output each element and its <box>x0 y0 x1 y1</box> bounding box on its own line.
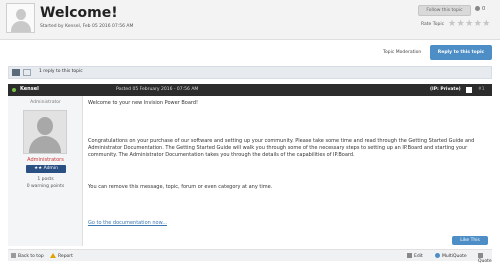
post-paragraph-intro: Congratulations on your purchase of our … <box>88 138 475 158</box>
quote-button[interactable]: Quote <box>478 253 492 264</box>
reply-topic-button[interactable]: Reply to this topic <box>430 45 492 60</box>
page-title: Welcome! <box>40 5 118 21</box>
back-to-top-link[interactable]: Back to top <box>11 253 44 259</box>
user-post-count: 1 posts <box>37 177 54 182</box>
photo-body-shape <box>29 136 61 153</box>
post-author-link[interactable]: Kensel <box>20 86 39 92</box>
back-to-top-label: Back to top <box>18 254 44 259</box>
multiquote-label: MultiQuote <box>442 254 467 259</box>
pencil-icon <box>407 253 412 258</box>
post-header: Kensel Posted 05 February 2016 - 07:56 A… <box>8 84 492 96</box>
edit-label: Edit <box>414 254 423 259</box>
warning-icon <box>50 253 56 258</box>
post-paragraph-remove: You can remove this message, topic, foru… <box>88 184 273 190</box>
report-label: Report <box>58 254 73 259</box>
follower-count-value: 0 <box>482 6 486 12</box>
topic-header: Welcome! Started by Kensel, Feb 05 2016 … <box>0 0 500 40</box>
online-status-icon <box>12 88 16 92</box>
topic-moderation-link[interactable]: Topic Moderation <box>383 50 421 55</box>
post-paragraph-welcome: Welcome to your new Invision Power Board… <box>88 100 199 106</box>
quote-icon <box>478 253 483 258</box>
user-group: Administrators <box>27 157 64 163</box>
quote-label: Quote <box>478 259 492 264</box>
post-date: Posted 05 February 2016 - 07:56 AM <box>116 87 199 92</box>
author-avatar[interactable] <box>6 3 35 33</box>
author-photo[interactable] <box>23 110 67 154</box>
documentation-link[interactable]: Go to the documentation now... <box>88 220 167 227</box>
rate-topic-label: Rate Topic <box>421 22 445 27</box>
list-view-icon[interactable] <box>12 69 20 76</box>
like-button[interactable]: Like This <box>452 236 488 245</box>
follower-count: 0 <box>475 6 485 12</box>
moderation-bar: Topic Moderation Reply to this topic <box>0 45 500 65</box>
plus-icon <box>435 253 440 258</box>
replies-count: 1 reply to this topic <box>39 69 83 74</box>
ip-address-label: (IP: Private) <box>430 87 461 92</box>
topic-started-info: Started by Kensel, Feb 05 2016 07:56 AM <box>40 24 134 29</box>
grid-view-icon[interactable] <box>23 69 31 76</box>
photo-head-shape <box>37 117 53 135</box>
admin-badge: ★★ Admin <box>26 165 66 173</box>
avatar-body-shape <box>11 21 31 32</box>
multiquote-button[interactable]: MultiQuote <box>435 253 467 259</box>
user-warning-points: 0 warning points <box>26 184 65 189</box>
replies-bar: 1 reply to this topic <box>8 66 492 79</box>
rating-stars[interactable]: ★★★★★ <box>448 19 491 29</box>
edit-button[interactable]: Edit <box>407 253 423 259</box>
user-title: Administrator <box>30 100 61 105</box>
post-select-checkbox[interactable] <box>466 87 472 93</box>
follow-topic-button[interactable]: Follow this topic <box>418 5 471 16</box>
author-info-panel: Administrator Administrators ★★ Admin 1 … <box>8 96 83 246</box>
report-link[interactable]: Report <box>50 253 73 259</box>
avatar-head-shape <box>16 9 26 20</box>
arrow-up-icon <box>11 253 16 258</box>
post-footer: Back to top Report Edit MultiQuote Quote <box>8 249 492 264</box>
post-number-link[interactable]: #1 <box>478 87 485 92</box>
follower-icon <box>475 6 480 11</box>
